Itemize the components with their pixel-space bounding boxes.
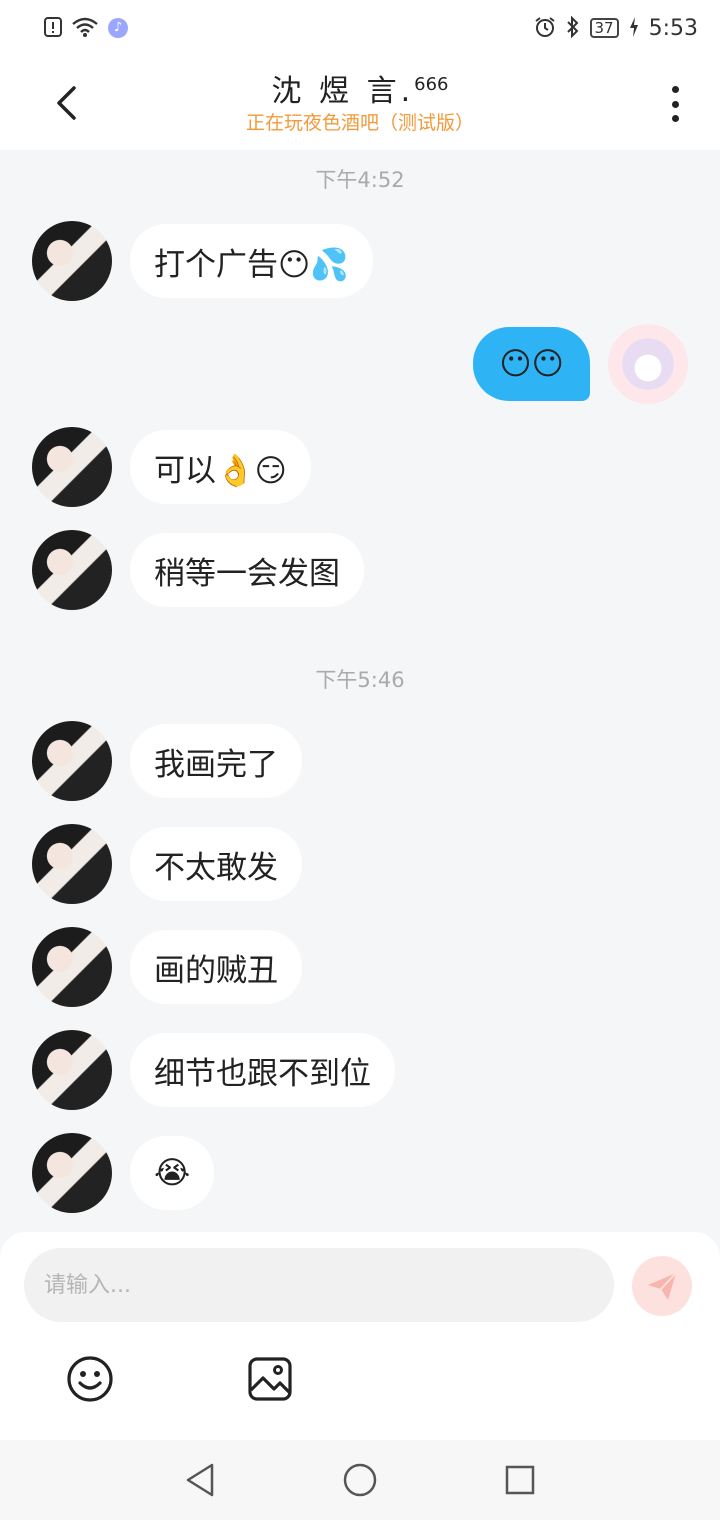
status-right: 37 5:53 — [534, 15, 698, 41]
bluetooth-icon — [566, 15, 580, 41]
message-bubble[interactable]: 我画完了 — [130, 724, 302, 798]
message-bubble[interactable]: 细节也跟不到位 — [130, 1033, 395, 1107]
battery-indicator: 37 — [589, 18, 619, 38]
chat-header: 沈 煜 言.666 正在玩夜色酒吧（测试版） — [0, 56, 720, 150]
music-icon: ♪ — [108, 18, 128, 38]
message-list[interactable]: 下午4:52 打个广告😶💦 😶😶 可以👌😏 稍等一会发图 下午5:46 我画完了… — [0, 150, 720, 1232]
more-dot-icon — [671, 115, 679, 122]
avatar[interactable] — [32, 721, 112, 801]
circle-home-icon — [343, 1463, 377, 1497]
message-row: 可以👌😏 — [32, 427, 311, 507]
message-row: 不太敢发 — [32, 824, 302, 904]
paper-plane-icon — [648, 1272, 677, 1300]
message-bubble[interactable]: 可以👌😏 — [130, 430, 311, 504]
image-button[interactable] — [245, 1354, 295, 1404]
message-bubble[interactable]: 画的贼丑 — [130, 930, 302, 1004]
smiley-icon — [67, 1356, 113, 1402]
timestamp: 下午5:46 — [315, 668, 405, 692]
send-button[interactable] — [632, 1256, 692, 1316]
message-row: 画的贼丑 — [32, 927, 302, 1007]
triangle-back-icon — [186, 1463, 214, 1497]
message-bubble[interactable]: 😭 — [130, 1136, 215, 1210]
timestamp: 下午4:52 — [315, 168, 405, 192]
status-time: 5:53 — [648, 15, 698, 41]
system-nav-bar — [0, 1440, 720, 1520]
contact-name: 沈 煜 言.666 — [0, 66, 720, 110]
avatar[interactable] — [32, 427, 112, 507]
message-bubble[interactable]: 稍等一会发图 — [130, 533, 364, 607]
wifi-icon — [72, 17, 98, 40]
nav-home-button[interactable] — [340, 1460, 380, 1500]
avatar[interactable] — [32, 1030, 112, 1110]
more-dot-icon — [671, 86, 679, 93]
avatar[interactable] — [32, 824, 112, 904]
charging-icon — [629, 16, 639, 40]
avatar[interactable] — [32, 221, 112, 301]
status-left: ♪ — [44, 16, 128, 40]
alert-icon — [44, 16, 62, 40]
emoji-button[interactable] — [65, 1354, 115, 1404]
avatar[interactable] — [32, 530, 112, 610]
message-bubble[interactable]: 打个广告😶💦 — [130, 224, 373, 298]
message-bubble[interactable]: 不太敢发 — [130, 827, 302, 901]
nav-back-button[interactable] — [180, 1460, 220, 1500]
square-recents-icon — [505, 1465, 535, 1495]
message-row: 😭 — [32, 1133, 215, 1213]
message-row: 😶😶 — [473, 324, 688, 404]
message-input[interactable] — [24, 1248, 614, 1322]
message-bubble-mine[interactable]: 😶😶 — [473, 327, 590, 401]
message-row: 细节也跟不到位 — [32, 1030, 395, 1110]
avatar[interactable] — [32, 927, 112, 1007]
message-row: 打个广告😶💦 — [32, 221, 373, 301]
status-bar: ♪ 37 5:53 — [0, 0, 720, 56]
nav-recents-button[interactable] — [500, 1460, 540, 1500]
avatar[interactable] — [608, 324, 688, 404]
avatar[interactable] — [32, 1133, 112, 1213]
contact-status: 正在玩夜色酒吧（测试版） — [245, 112, 474, 134]
composer-panel — [0, 1232, 720, 1440]
message-row: 稍等一会发图 — [32, 530, 364, 610]
contact-name-suffix: 666 — [414, 74, 449, 95]
contact-name-text: 沈 煜 言. — [271, 74, 415, 109]
more-dot-icon — [671, 100, 679, 108]
message-row: 我画完了 — [32, 721, 302, 801]
more-options-button[interactable] — [660, 82, 690, 126]
alarm-icon — [534, 16, 556, 41]
image-icon — [248, 1357, 292, 1401]
